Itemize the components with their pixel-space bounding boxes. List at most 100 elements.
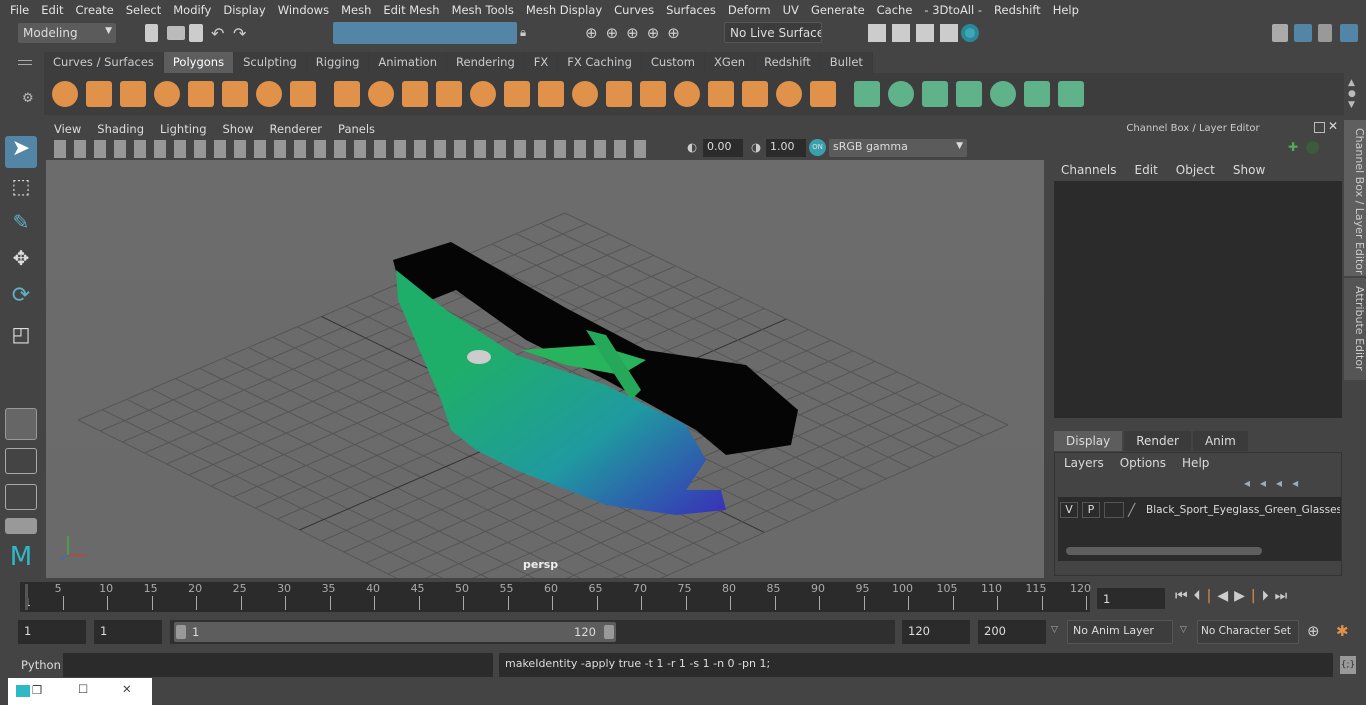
attribute-editor-toggle-icon[interactable] bbox=[1294, 24, 1312, 42]
playback-controls[interactable]: ⏮⏴|◀▶|⏵⏭ bbox=[1175, 588, 1293, 604]
menu-file[interactable]: File bbox=[4, 3, 35, 17]
menu-mesh-display[interactable]: Mesh Display bbox=[520, 3, 608, 17]
color-management-toggle[interactable]: ON bbox=[809, 139, 826, 156]
layout-shortcut-icon[interactable] bbox=[5, 518, 37, 534]
bridge-icon[interactable] bbox=[572, 81, 598, 107]
tool-settings-toggle-icon[interactable] bbox=[1318, 24, 1332, 42]
range-slider-track[interactable]: 1 120 bbox=[170, 620, 895, 644]
redo-icon[interactable]: ↷ bbox=[233, 24, 251, 43]
extrude-icon[interactable] bbox=[504, 81, 530, 107]
menu-cache[interactable]: Cache bbox=[871, 3, 919, 17]
menu-edit[interactable]: Edit bbox=[35, 3, 69, 17]
shelf-tab-bullet[interactable]: Bullet bbox=[820, 52, 873, 73]
combine-icon[interactable] bbox=[334, 81, 360, 107]
menu-generate[interactable]: Generate bbox=[805, 3, 871, 17]
separate-icon[interactable] bbox=[368, 81, 394, 107]
uv-editor-icon[interactable] bbox=[1024, 81, 1050, 107]
maximize-icon[interactable]: ☐ bbox=[78, 682, 88, 696]
auto-key-icon[interactable]: ⊕ bbox=[1307, 622, 1320, 640]
current-time-indicator[interactable] bbox=[25, 584, 28, 610]
layer-color-swatch[interactable]: ╱ bbox=[1128, 503, 1142, 517]
menu-deform[interactable]: Deform bbox=[722, 3, 777, 17]
workspace-toggle-icons[interactable] bbox=[1272, 24, 1360, 44]
channel-box-menu-show[interactable]: Show bbox=[1233, 163, 1265, 177]
shelf-tab-polygons[interactable]: Polygons bbox=[163, 52, 235, 73]
triangulate-icon[interactable] bbox=[776, 81, 802, 107]
layer-scrollbar[interactable] bbox=[1066, 547, 1262, 555]
layer-name[interactable]: Black_Sport_Eyeglass_Green_Glasses_ bbox=[1146, 504, 1340, 516]
smooth-icon[interactable] bbox=[436, 81, 462, 107]
range-start-handle[interactable] bbox=[176, 625, 186, 639]
uv-layout-icon[interactable] bbox=[1058, 81, 1084, 107]
new-scene-icon[interactable] bbox=[145, 24, 158, 42]
layer-tab-render[interactable]: Render bbox=[1124, 431, 1191, 451]
shelf-tab-xgen[interactable]: XGen bbox=[704, 52, 756, 73]
shelf-settings-gear-icon[interactable]: ⚙ bbox=[22, 91, 34, 106]
preferences-icon[interactable]: ✱ bbox=[1336, 622, 1349, 640]
selection-mask-buttons[interactable] bbox=[333, 22, 517, 44]
viewport-menu-shading[interactable]: Shading bbox=[89, 122, 152, 140]
channel-box-area[interactable] bbox=[1054, 181, 1342, 418]
time-slider[interactable]: 1 51015202530354045505560657075808590951… bbox=[20, 582, 1091, 612]
unfold-uv-icon[interactable] bbox=[990, 81, 1016, 107]
poly-pipe-icon[interactable] bbox=[290, 81, 316, 107]
menu-mesh-tools[interactable]: Mesh Tools bbox=[446, 3, 520, 17]
shelf-scroll-icon[interactable]: ▲ ● ▼ bbox=[1348, 78, 1356, 111]
hypershade-icon[interactable] bbox=[961, 24, 979, 42]
channel-box-menu-edit[interactable]: Edit bbox=[1135, 163, 1158, 177]
side-tab-channel-box[interactable]: Channel Box / Layer Editor bbox=[1344, 120, 1366, 276]
workspace-dropdown[interactable]: Modeling ▼ bbox=[18, 23, 116, 43]
channel-box-menu-object[interactable]: Object bbox=[1176, 163, 1215, 177]
range-slider[interactable]: 1 120 bbox=[174, 622, 616, 642]
script-editor-icon[interactable]: {;} bbox=[1340, 656, 1356, 674]
layer-tab-display[interactable]: Display bbox=[1054, 431, 1123, 451]
menu-uv[interactable]: UV bbox=[777, 3, 805, 17]
close-panel-icon[interactable]: ✕ bbox=[1328, 119, 1338, 133]
side-tab-attribute-editor[interactable]: Attribute Editor bbox=[1344, 278, 1366, 380]
poly-cone-icon[interactable] bbox=[154, 81, 180, 107]
shelf-tab-redshift[interactable]: Redshift bbox=[755, 52, 821, 73]
gamma-field[interactable]: 1.00 bbox=[766, 139, 806, 157]
playback-start-field[interactable]: 1 bbox=[94, 620, 162, 644]
merge-icon[interactable] bbox=[742, 81, 768, 107]
shelf-tab-rigging[interactable]: Rigging bbox=[306, 52, 370, 73]
viewport-menu-show[interactable]: Show bbox=[215, 122, 262, 140]
viewport-menu-panels[interactable]: Panels bbox=[330, 122, 383, 140]
manipulator-icon[interactable]: ✚ bbox=[1288, 140, 1298, 154]
shelf-tab-animation[interactable]: Animation bbox=[369, 52, 448, 73]
shelf-tab-fx[interactable]: FX bbox=[524, 52, 559, 73]
render-buttons[interactable] bbox=[868, 24, 958, 42]
viewport-toolbar-icons[interactable] bbox=[54, 140, 654, 158]
layer-menu-help[interactable]: Help bbox=[1182, 456, 1209, 470]
start-time-field[interactable]: 1 bbox=[18, 620, 86, 644]
bevel-icon[interactable] bbox=[470, 81, 496, 107]
menu-curves[interactable]: Curves bbox=[608, 3, 660, 17]
menu-select[interactable]: Select bbox=[120, 3, 167, 17]
end-time-field[interactable]: 200 bbox=[978, 620, 1046, 644]
modeling-toolkit-icon[interactable] bbox=[1272, 24, 1288, 42]
select-tool-icon[interactable]: ➤ bbox=[5, 136, 37, 168]
character-set-dropdown[interactable]: No Character Set bbox=[1197, 620, 1299, 644]
layer-tab-anim[interactable]: Anim bbox=[1192, 431, 1248, 451]
single-perspective-layout-icon[interactable] bbox=[5, 408, 37, 440]
poly-torus-icon[interactable] bbox=[222, 81, 248, 107]
shelf-tab-custom[interactable]: Custom bbox=[641, 52, 705, 73]
layer-menu-options[interactable]: Options bbox=[1120, 456, 1166, 470]
shelf-menu-icon[interactable] bbox=[18, 60, 32, 65]
playback-toggle[interactable]: P bbox=[1082, 502, 1100, 518]
restore-icon[interactable]: ❐ bbox=[32, 683, 42, 697]
poly-cylinder-icon[interactable] bbox=[120, 81, 146, 107]
perspective-viewport[interactable]: persp bbox=[46, 160, 1044, 578]
fill-hole-icon[interactable] bbox=[640, 81, 666, 107]
eyeglasses-model[interactable] bbox=[46, 160, 1044, 578]
channel-box-toggle-icon[interactable] bbox=[1340, 24, 1358, 42]
mirror-icon[interactable] bbox=[402, 81, 428, 107]
menu-redshift[interactable]: Redshift bbox=[988, 3, 1047, 17]
menu-3dtoall[interactable]: - 3DtoAll - bbox=[918, 3, 988, 17]
channel-box-menu-channels[interactable]: Channels bbox=[1061, 163, 1117, 177]
layer-menu-layers[interactable]: Layers bbox=[1064, 456, 1104, 470]
poly-pyramid-icon[interactable] bbox=[256, 81, 282, 107]
character-set-chevron-icon[interactable]: ▽ bbox=[1180, 625, 1187, 635]
outliner-layout-icon[interactable] bbox=[5, 484, 37, 510]
move-tool-icon[interactable]: ✥ bbox=[5, 246, 37, 278]
